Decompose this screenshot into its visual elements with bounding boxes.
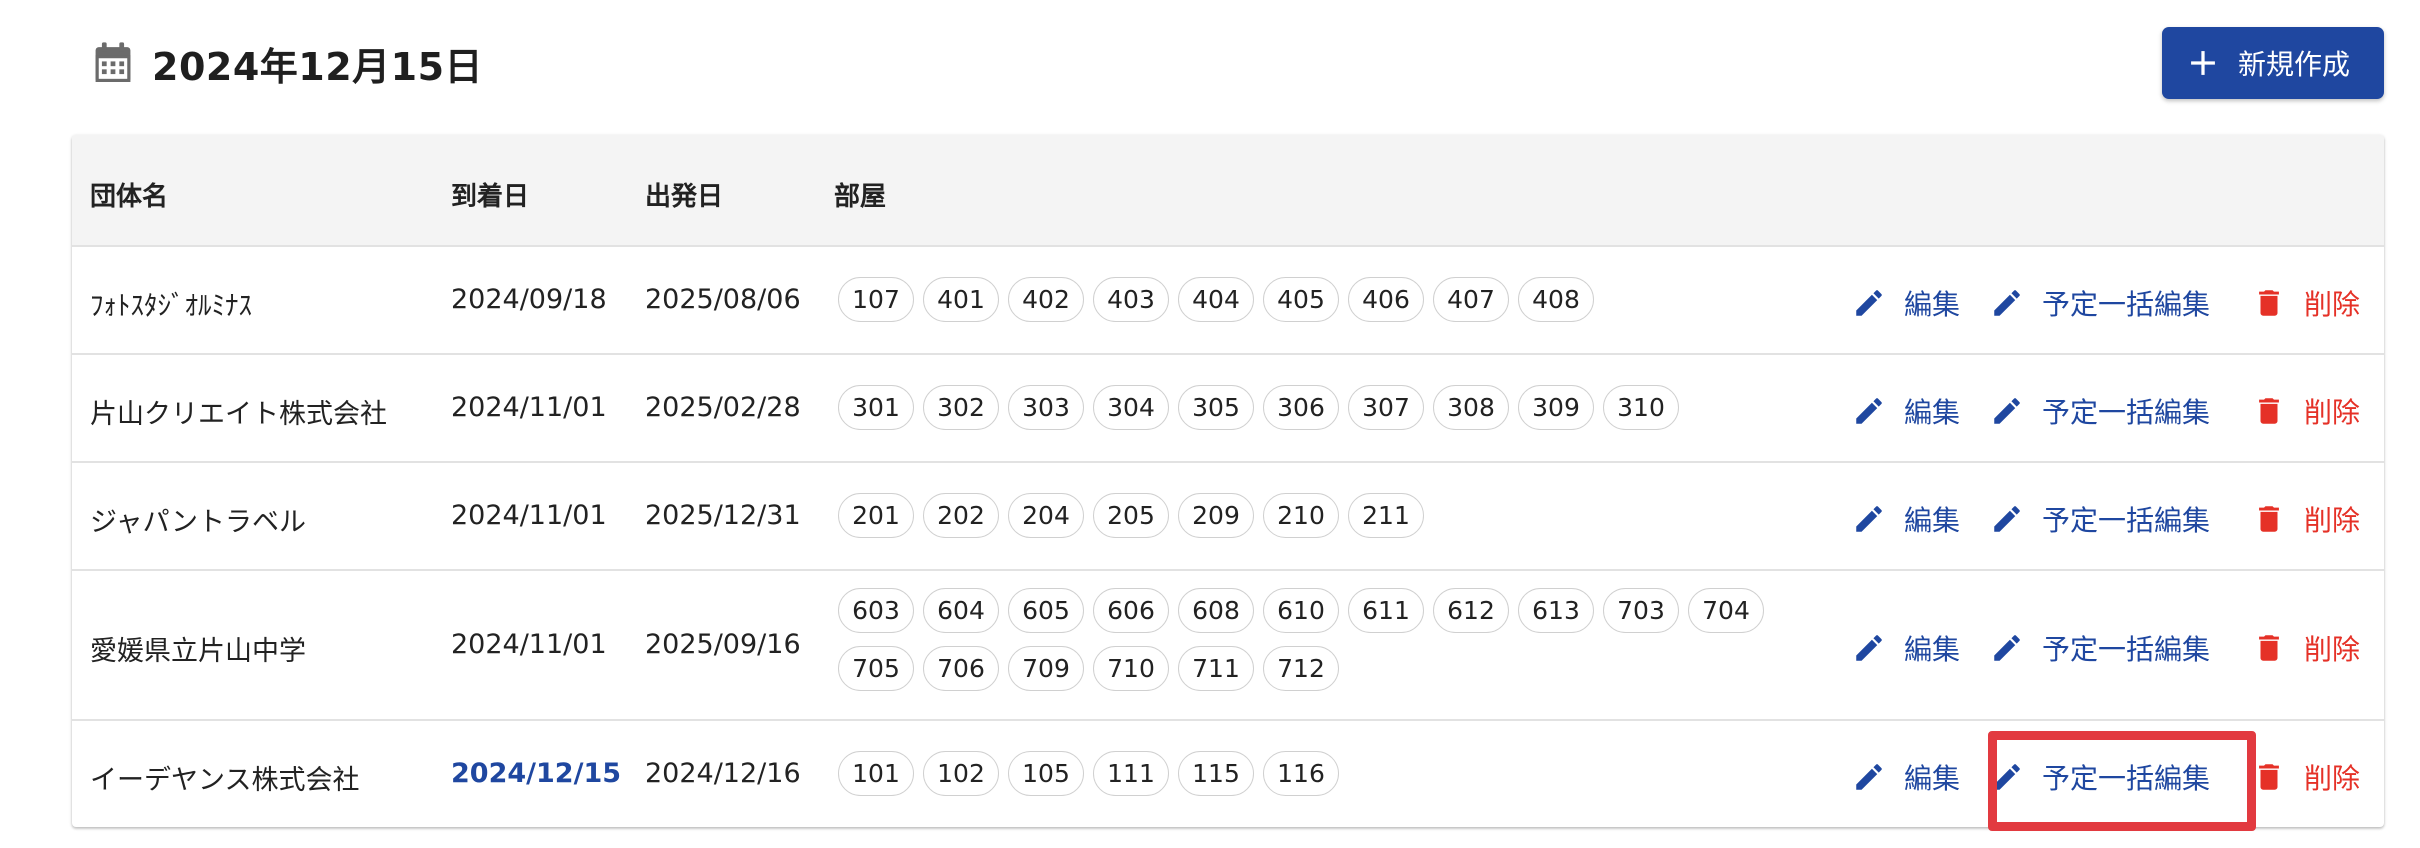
edit-button[interactable]: 編集	[1852, 391, 1960, 431]
page: 2024年12月15日 新規作成 団体名 到着日 出発日 部屋 ﾌｫﾄｽﾀｼﾞｵ…	[0, 0, 2420, 848]
edit-label: 編集	[1904, 633, 1961, 666]
bulk-edit-label: 予定一括編集	[2042, 633, 2211, 666]
delete-button[interactable]: 削除	[2252, 391, 2360, 431]
edit-label: 編集	[1904, 504, 1961, 537]
table-row: 片山クリエイト株式会社 2024/11/01 2025/02/28 301 302 303…	[72, 355, 2384, 463]
new-button[interactable]: 新規作成	[2162, 27, 2384, 99]
page-title: 2024年12月15日	[152, 45, 484, 89]
column-header-group: 団体名	[90, 182, 169, 212]
group-table: 団体名 到着日 出発日 部屋 ﾌｫﾄｽﾀｼﾞｵﾙﾐﾅｽ 2024/09/18 202…	[72, 135, 2384, 827]
edit-label: 編集	[1904, 396, 1961, 429]
bulk-edit-button[interactable]: 予定一括編集	[1990, 499, 2210, 539]
delete-label: 削除	[2304, 762, 2361, 795]
pencil-icon	[1856, 290, 1882, 316]
row-actions: 編集 予定一括編集 削除	[72, 463, 2384, 569]
edit-label: 編集	[1904, 288, 1961, 321]
trash-icon	[2259, 506, 2279, 532]
table-row: 愛媛県立片山中学 2024/11/01 2025/09/16 603 604 605 606…	[72, 571, 2384, 721]
edit-button[interactable]: 編集	[1852, 628, 1960, 668]
bulk-edit-label: 予定一括編集	[2042, 288, 2211, 321]
bulk-edit-label: 予定一括編集	[2042, 504, 2211, 537]
pencil-icon	[1856, 398, 1882, 424]
pencil-icon	[1994, 635, 2020, 661]
column-header-departure: 出発日	[645, 182, 724, 212]
edit-button[interactable]: 編集	[1852, 283, 1960, 323]
delete-button[interactable]: 削除	[2252, 757, 2360, 797]
column-header-rooms: 部屋	[834, 182, 887, 212]
pencil-icon	[1856, 506, 1882, 532]
delete-label: 削除	[2304, 633, 2361, 666]
edit-label: 編集	[1904, 762, 1961, 795]
delete-button[interactable]: 削除	[2252, 628, 2360, 668]
trash-icon	[2259, 764, 2279, 790]
highlight-box	[1988, 731, 2256, 831]
plus-icon	[2191, 51, 2215, 75]
bulk-edit-label: 予定一括編集	[2042, 396, 2211, 429]
table-row: ジャパントラベル 2024/11/01 2025/12/31 201 202 204 205…	[72, 463, 2384, 571]
row-actions: 編集 予定一括編集 削除	[72, 571, 2384, 719]
delete-button[interactable]: 削除	[2252, 283, 2360, 323]
row-actions: 編集 予定一括編集 削除	[72, 355, 2384, 461]
pencil-icon	[1994, 398, 2020, 424]
edit-button[interactable]: 編集	[1852, 499, 1960, 539]
bulk-edit-button[interactable]: 予定一括編集	[1990, 628, 2210, 668]
table-row: ﾌｫﾄｽﾀｼﾞｵﾙﾐﾅｽ 2024/09/18 2025/08/06 107 401 40…	[72, 247, 2384, 355]
row-actions: 編集 予定一括編集 削除	[72, 247, 2384, 353]
delete-label: 削除	[2304, 504, 2361, 537]
bulk-edit-button[interactable]: 予定一括編集	[1990, 283, 2210, 323]
trash-icon	[2259, 290, 2279, 316]
bulk-edit-button[interactable]: 予定一括編集	[1990, 391, 2210, 431]
calendar-icon	[95, 42, 131, 82]
column-header-arrival: 到着日	[451, 182, 530, 212]
table-header: 団体名 到着日 出発日 部屋	[72, 135, 2384, 247]
pencil-icon	[1856, 635, 1882, 661]
delete-button[interactable]: 削除	[2252, 499, 2360, 539]
delete-label: 削除	[2304, 396, 2361, 429]
edit-button[interactable]: 編集	[1852, 757, 1960, 797]
page-header: 2024年12月15日 新規作成	[0, 0, 2420, 130]
new-button-label: 新規作成	[2238, 48, 2351, 81]
trash-icon	[2259, 398, 2279, 424]
pencil-icon	[1856, 764, 1882, 790]
delete-label: 削除	[2304, 288, 2361, 321]
pencil-icon	[1994, 506, 2020, 532]
trash-icon	[2259, 635, 2279, 661]
pencil-icon	[1994, 290, 2020, 316]
